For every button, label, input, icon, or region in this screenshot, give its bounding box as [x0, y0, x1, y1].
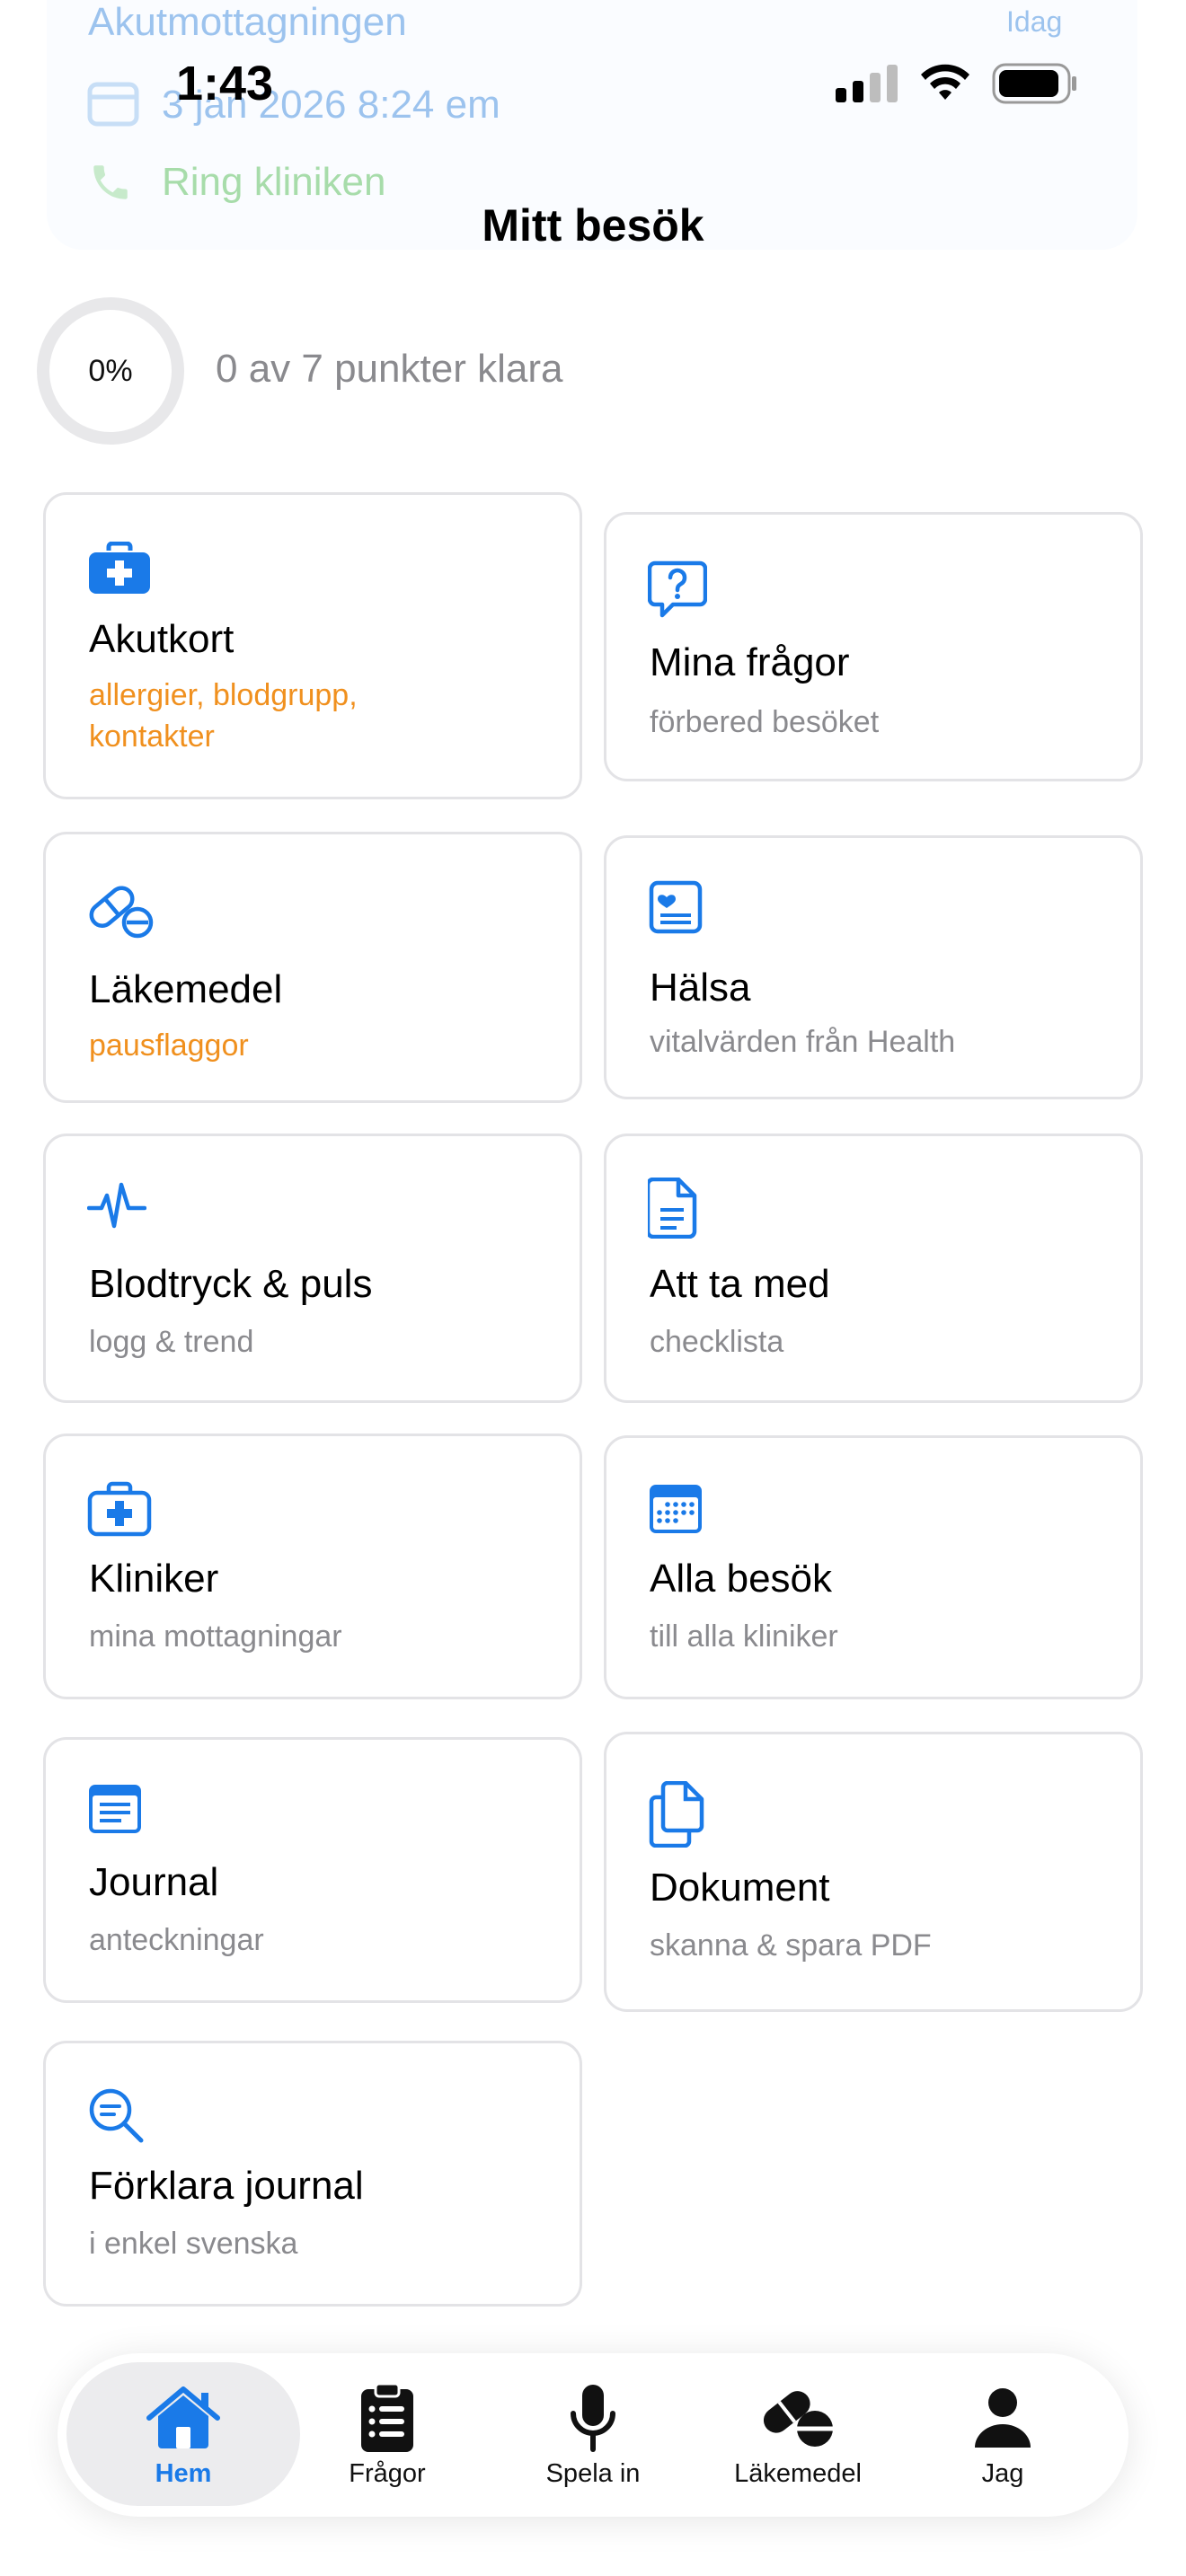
journal-icon [89, 1785, 141, 1833]
background-card-call: Ring kliniken [162, 160, 386, 204]
tile-subtitle: checklista [650, 1325, 784, 1359]
wifi-icon [921, 64, 969, 100]
tile-akutkort[interactable]: Akutkort allergier, blodgrupp, kontakter [43, 492, 582, 799]
documents-icon [649, 1781, 704, 1848]
tile-subtitle: i enkel svenska [89, 2227, 298, 2261]
background-card-badge: Idag [1006, 5, 1063, 38]
tab-jag[interactable]: Jag [886, 2362, 1120, 2506]
tile-subtitle: förbered besöket [650, 705, 880, 739]
tile-journal[interactable]: Journal anteckningar [43, 1737, 582, 2003]
tab-label: Spela in [545, 2459, 641, 2488]
health-record-icon [649, 880, 703, 934]
calendar-icon [87, 82, 139, 127]
tile-subtitle: logg & trend [89, 1325, 254, 1359]
medical-kit-icon [89, 542, 150, 594]
tab-label: Hem [155, 2459, 212, 2488]
pills-icon [89, 886, 154, 939]
status-bar-icons [836, 63, 1078, 104]
progress-percent: 0% [88, 353, 133, 388]
tile-subtitle: till alla kliniker [650, 1619, 838, 1654]
tile-title: Hälsa [650, 966, 751, 1010]
tile-title: Dokument [650, 1866, 830, 1910]
tab-spela-in[interactable]: Spela in [476, 2362, 710, 2506]
search-text-icon [89, 2088, 144, 2143]
tile-subtitle: pausflaggor [89, 1028, 249, 1063]
tile-subtitle: vitalvärden från Health [650, 1025, 956, 1059]
status-bar-time: 1:43 [176, 57, 274, 110]
tile-title: Att ta med [650, 1262, 830, 1306]
tile-title: Akutkort [89, 617, 235, 661]
tile-att-ta-med[interactable]: Att ta med checklista [604, 1134, 1143, 1403]
tile-subtitle: anteckningar [89, 1923, 264, 1957]
calendar-icon [650, 1485, 702, 1533]
microphone-icon [571, 2385, 615, 2452]
tab-lakemedel[interactable]: Läkemedel [681, 2362, 915, 2506]
tab-label: Jag [981, 2459, 1024, 2488]
tile-title: Mina frågor [650, 640, 850, 684]
tile-title: Läkemedel [89, 967, 283, 1011]
clipboard-icon [361, 2382, 413, 2452]
heartbeat-icon [87, 1182, 146, 1229]
progress-summary: 0 av 7 punkter klara [216, 347, 563, 391]
tab-bar: Hem Frågor Spela in Läkemedel Jag [58, 2353, 1128, 2517]
tile-mina-fragor[interactable]: Mina frågor förbered besöket [604, 512, 1143, 781]
question-bubble-icon [648, 560, 707, 618]
tab-hem[interactable]: Hem [66, 2362, 300, 2506]
house-icon [146, 2386, 220, 2448]
tile-subtitle: skanna & spara PDF [650, 1928, 932, 1963]
tab-fragor[interactable]: Frågor [270, 2362, 504, 2506]
tile-lakemedel[interactable]: Läkemedel pausflaggor [43, 832, 582, 1103]
pills-icon [763, 2391, 833, 2447]
tile-halsa[interactable]: Hälsa vitalvärden från Health [604, 835, 1143, 1099]
tile-dokument[interactable]: Dokument skanna & spara PDF [604, 1732, 1143, 2012]
tile-alla-besok[interactable]: Alla besök till alla kliniker [604, 1435, 1143, 1699]
battery-icon [992, 63, 1076, 104]
tile-title: Blodtryck & puls [89, 1262, 373, 1306]
tile-subtitle: mina mottagningar [89, 1619, 342, 1654]
background-card-title: Akutmottagningen [88, 0, 407, 44]
tile-title: Förklara journal [89, 2164, 364, 2208]
tile-title: Alla besök [650, 1557, 833, 1601]
clinic-kit-icon [87, 1481, 152, 1537]
phone-icon [93, 165, 128, 199]
tile-kliniker[interactable]: Kliniker mina mottagningar [43, 1434, 582, 1699]
tile-title: Kliniker [89, 1557, 219, 1601]
person-icon [975, 2388, 1031, 2448]
tile-blodtryck[interactable]: Blodtryck & puls logg & trend [43, 1134, 582, 1403]
tile-subtitle: allergier, blodgrupp, kontakter [89, 678, 358, 754]
tile-forklara-journal[interactable]: Förklara journal i enkel svenska [43, 2041, 582, 2307]
document-icon [648, 1178, 697, 1239]
tab-label: Läkemedel [734, 2459, 862, 2488]
tile-title: Journal [89, 1860, 219, 1904]
tab-label: Frågor [349, 2459, 426, 2488]
page-title: Mitt besök [482, 200, 704, 251]
signal-icon [836, 65, 898, 102]
